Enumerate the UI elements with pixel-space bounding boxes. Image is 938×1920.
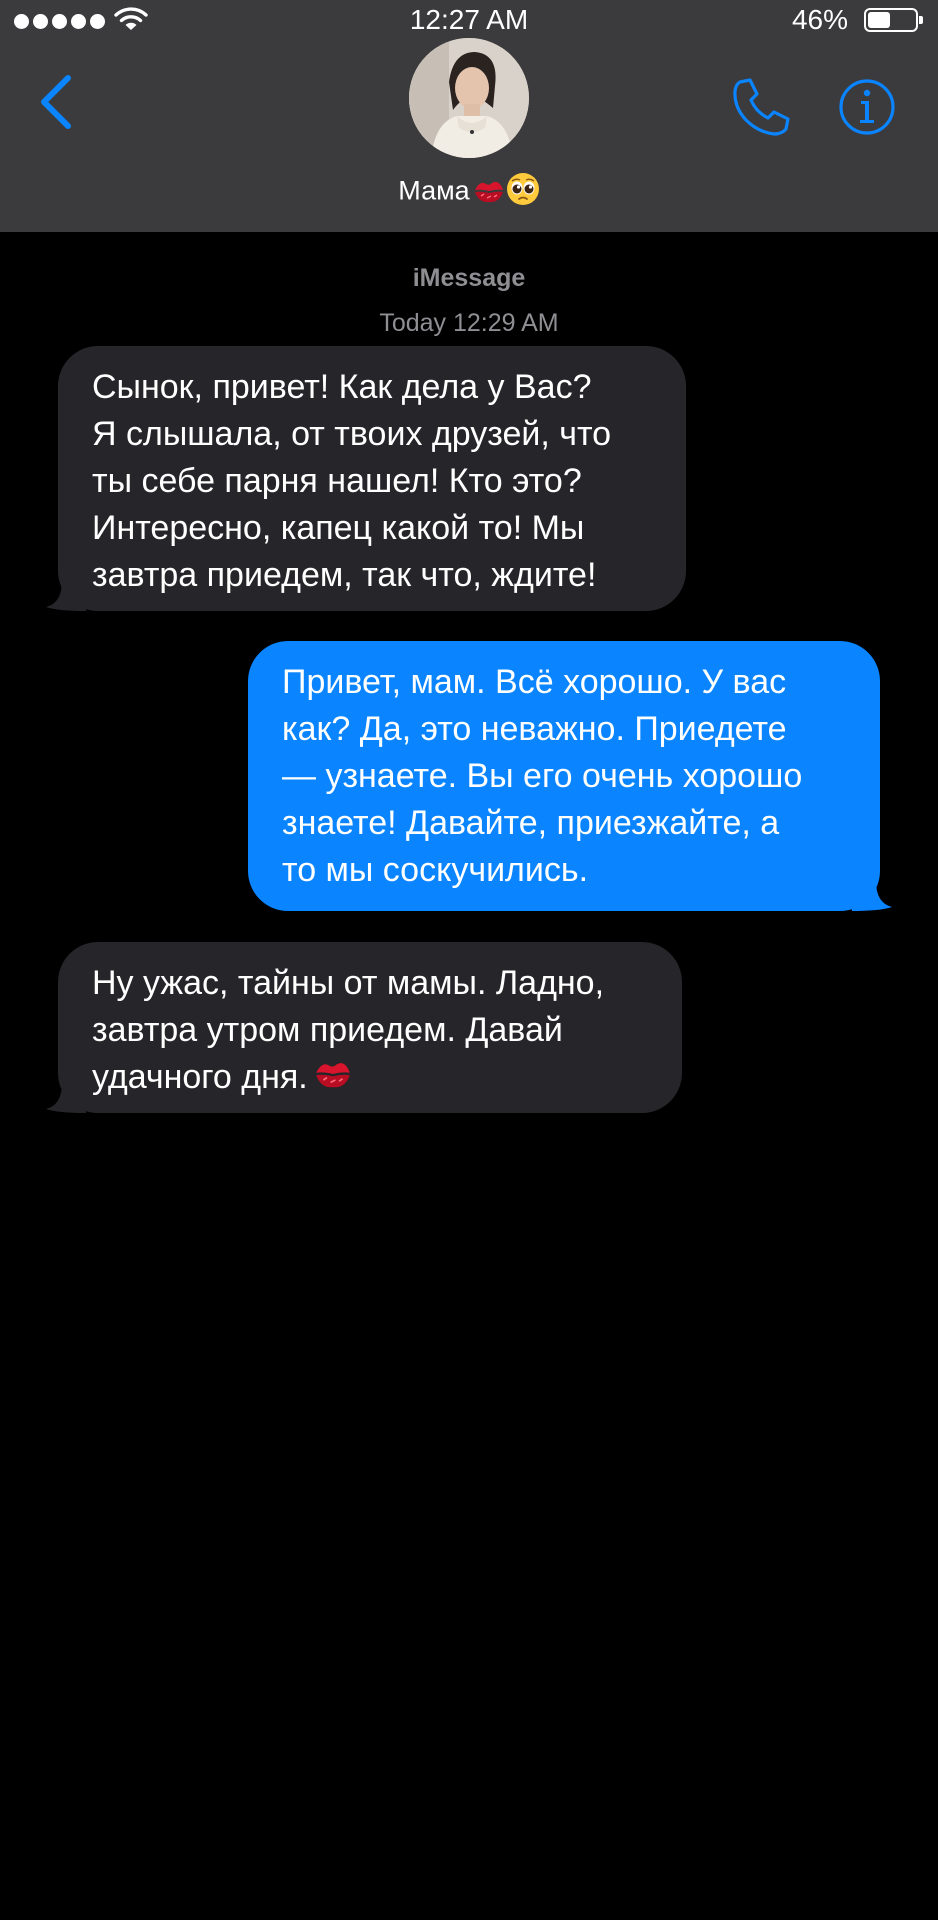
kiss-mark-icon — [474, 181, 503, 203]
message-line: Сынок, привет! Как дела у Вас? — [92, 368, 592, 406]
message-line: Привет, мам. Всё хорошо. У вас — [282, 663, 787, 701]
incoming-message-bubble[interactable]: Ну ужас, тайны от мамы. Ладно, завтра ут… — [46, 942, 682, 1113]
contact-avatar[interactable] — [409, 38, 529, 158]
phone-call-button[interactable] — [730, 76, 796, 138]
conversation-header: 12:27 AM 46% Мама — [0, 0, 938, 232]
service-label: iMessage — [412, 264, 526, 292]
bubble-tail — [46, 1083, 86, 1113]
info-button[interactable] — [838, 78, 896, 136]
battery-percent: 46% — [791, 4, 848, 35]
message-timestamp: Today 12:29 AM — [379, 309, 559, 337]
message-line-last: удачного дня. — [92, 1054, 648, 1101]
contact-name[interactable]: Мама — [0, 172, 938, 213]
contact-name-emojis — [472, 172, 540, 213]
message-line: Я слышала, от твоих друзей, что — [92, 415, 612, 453]
message-line: Ну ужас, тайны от мамы. Ладно, — [92, 964, 605, 1002]
pleading-face-icon — [506, 173, 539, 205]
message-line: то мы соскучились. — [282, 851, 589, 889]
bubble-tail — [46, 581, 86, 611]
outgoing-message-bubble[interactable]: Привет, мам. Всё хорошо. У вас как? Да, … — [248, 641, 892, 911]
message-line: завтра приедем, так что, ждите! — [92, 556, 597, 594]
message-line-text: удачного дня. — [92, 1058, 308, 1096]
contact-name-text: Мама — [398, 175, 470, 206]
message-line: Интересно, капец какой то! Мы — [92, 509, 585, 547]
message-line: как? Да, это неважно. Приедете — [282, 710, 787, 748]
message-line: знаете! Давайте, приезжайте, а — [282, 804, 780, 842]
status-bar: 12:27 AM 46% — [0, 0, 938, 40]
back-button[interactable] — [34, 70, 78, 134]
message-line: — узнаете. Вы его очень хорошо — [282, 757, 803, 795]
kiss-mark-icon — [315, 1063, 350, 1088]
battery-icon — [864, 8, 923, 32]
bubble-tail — [852, 881, 892, 911]
incoming-message-bubble[interactable]: Сынок, привет! Как дела у Вас? Я слышала… — [46, 346, 686, 611]
message-line: завтра утром приедем. Давай — [92, 1011, 563, 1049]
message-line: ты себе парня нашел! Кто это? — [92, 462, 582, 500]
